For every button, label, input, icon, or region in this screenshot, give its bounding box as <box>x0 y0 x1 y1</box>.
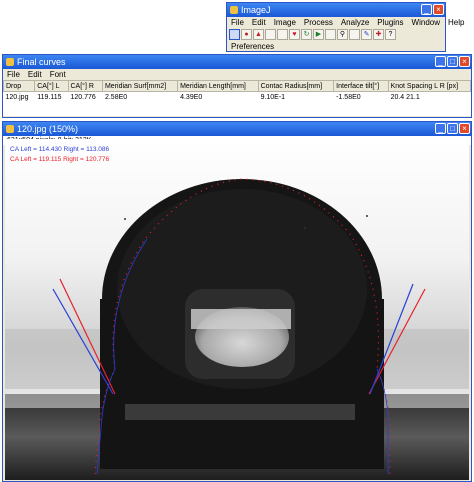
menu-analyze[interactable]: Analyze <box>341 17 369 28</box>
column-header[interactable]: Drop <box>3 80 36 92</box>
table-cell: -1.58E0 <box>333 91 389 102</box>
close-button[interactable]: × <box>459 123 470 134</box>
image-titlebar[interactable]: 120.jpg (150%) _ □ × <box>3 122 471 136</box>
image-app-icon <box>6 125 14 133</box>
imagej-app-icon <box>230 6 238 14</box>
results-table: Drop CA[°] L CA[°] R Meridian Surf[mm2] … <box>3 80 471 102</box>
results-app-icon <box>6 58 14 66</box>
magnifier-tool-icon[interactable]: ⚲ <box>337 29 348 40</box>
results-window: Final curves _ □ × File Edit Font Drop C… <box>2 54 472 118</box>
menu-image[interactable]: Image <box>274 17 296 28</box>
image-title: 120.jpg (150%) <box>17 124 79 134</box>
results-menu-font[interactable]: Font <box>50 69 66 80</box>
table-cell: 120.jpg <box>3 91 36 102</box>
minimize-button[interactable]: _ <box>421 4 432 15</box>
freehand-tool-icon[interactable] <box>265 29 276 40</box>
column-header[interactable]: Meridian Surf[mm2] <box>101 80 179 92</box>
table-row[interactable]: 120.jpg 119.115 120.776 2.58E0 4.39E0 9.… <box>3 91 471 102</box>
close-button[interactable]: × <box>433 4 444 15</box>
imagej-toolbar: ● ▲ ♥ ↻ ▶ ⚲ ✎ ✚ ? <box>227 28 445 42</box>
noise-point <box>304 227 306 229</box>
heart-tool-icon[interactable]: ♥ <box>289 29 300 40</box>
menu-process[interactable]: Process <box>304 17 333 28</box>
arrow-tool-icon[interactable]: ↻ <box>301 29 312 40</box>
scroll-tool-icon[interactable] <box>349 29 360 40</box>
results-title: Final curves <box>17 57 66 67</box>
results-table-area: Drop CA[°] L CA[°] R Meridian Surf[mm2] … <box>3 80 471 116</box>
oval-tool-icon[interactable]: ● <box>241 29 252 40</box>
table-header-row: Drop CA[°] L CA[°] R Meridian Surf[mm2] … <box>3 80 471 92</box>
noise-point <box>124 218 126 220</box>
table-cell: 2.58E0 <box>102 91 179 102</box>
droplet-image: CA Left = 114.430 Right = 113.086 CA Lef… <box>5 139 469 480</box>
imagej-window: ImageJ _ × File Edit Image Process Analy… <box>226 2 464 52</box>
table-cell: 20.4 21.1 <box>388 91 471 102</box>
lens-reflection <box>191 309 291 329</box>
play-tool-icon[interactable]: ▶ <box>313 29 324 40</box>
table-cell: 4.39E0 <box>177 91 259 102</box>
column-header[interactable]: Interface tilt[°] <box>333 80 389 92</box>
column-header[interactable]: Contac Radius[mm] <box>257 80 335 92</box>
imagej-status: Preferences <box>231 42 275 51</box>
imagej-menubar: File Edit Image Process Analyze Plugins … <box>227 17 464 28</box>
menu-edit[interactable]: Edit <box>252 17 266 28</box>
image-canvas[interactable]: CA Left = 114.430 Right = 113.086 CA Lef… <box>5 139 469 480</box>
table-cell: 9.10E-1 <box>258 91 335 102</box>
column-header[interactable]: CA[°] R <box>67 80 103 92</box>
rectangle-tool-icon[interactable] <box>229 29 240 40</box>
substrate-reflection <box>125 404 355 420</box>
crosshair-tool-icon[interactable]: ✚ <box>373 29 384 40</box>
menu-window[interactable]: Window <box>412 17 440 28</box>
polygon-tool-icon[interactable]: ▲ <box>253 29 264 40</box>
dropper-tool-icon[interactable]: ✎ <box>361 29 372 40</box>
menu-file[interactable]: File <box>231 17 244 28</box>
table-cell: 120.776 <box>68 91 103 102</box>
menu-help[interactable]: Help <box>448 17 464 28</box>
help-tool-icon[interactable]: ? <box>385 29 396 40</box>
overlay-red-text: CA Left = 119.115 Right = 120.776 <box>10 156 110 163</box>
imagej-titlebar[interactable]: ImageJ _ × <box>227 3 445 17</box>
line-tool-icon[interactable] <box>277 29 288 40</box>
text-tool-icon[interactable] <box>325 29 336 40</box>
results-menu-edit[interactable]: Edit <box>28 69 42 80</box>
results-menu-file[interactable]: File <box>7 69 20 80</box>
noise-point <box>366 215 368 217</box>
maximize-button[interactable]: □ <box>447 56 458 67</box>
overlay-blue-text: CA Left = 114.430 Right = 113.086 <box>10 146 110 153</box>
table-cell: 119.115 <box>34 91 69 102</box>
imagej-title: ImageJ <box>241 5 271 15</box>
column-header[interactable]: CA[°] L <box>34 80 69 92</box>
column-header[interactable]: Meridian Length[mm] <box>177 80 259 92</box>
results-menubar: File Edit Font <box>3 69 471 80</box>
results-titlebar[interactable]: Final curves _ □ × <box>3 55 471 69</box>
minimize-button[interactable]: _ <box>435 123 446 134</box>
close-button[interactable]: × <box>459 56 470 67</box>
maximize-button[interactable]: □ <box>447 123 458 134</box>
column-header[interactable]: Knot Spacing L R [px] <box>387 80 471 92</box>
menu-plugins[interactable]: Plugins <box>377 17 403 28</box>
minimize-button[interactable]: _ <box>435 56 446 67</box>
